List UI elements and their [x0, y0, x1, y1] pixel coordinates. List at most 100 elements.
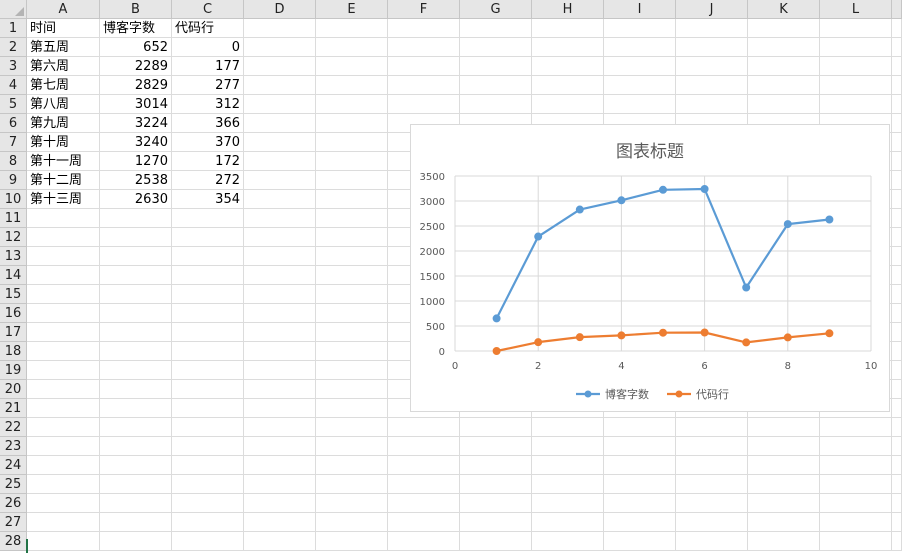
cell-a17[interactable]: [27, 323, 100, 342]
cell-b19[interactable]: [100, 361, 172, 380]
cell-d24[interactable]: [244, 456, 316, 475]
cell-b9[interactable]: 2538: [100, 171, 172, 190]
cell-h22[interactable]: [532, 418, 604, 437]
cell-e17[interactable]: [316, 323, 388, 342]
cell-m15[interactable]: [892, 285, 902, 304]
row-header-3[interactable]: 3: [0, 57, 27, 76]
cell-m25[interactable]: [892, 475, 902, 494]
cell-b26[interactable]: [100, 494, 172, 513]
cell-d28[interactable]: [244, 532, 316, 551]
cell-d5[interactable]: [244, 95, 316, 114]
cell-b28[interactable]: [100, 532, 172, 551]
cell-c17[interactable]: [172, 323, 244, 342]
cell-e25[interactable]: [316, 475, 388, 494]
cell-l25[interactable]: [820, 475, 892, 494]
cell-e26[interactable]: [316, 494, 388, 513]
cell-c27[interactable]: [172, 513, 244, 532]
cell-m19[interactable]: [892, 361, 902, 380]
cell-a8[interactable]: 第十一周: [27, 152, 100, 171]
cell-l23[interactable]: [820, 437, 892, 456]
cell-c13[interactable]: [172, 247, 244, 266]
row-header-5[interactable]: 5: [0, 95, 27, 114]
cell-b17[interactable]: [100, 323, 172, 342]
cell-g26[interactable]: [460, 494, 532, 513]
cell-d6[interactable]: [244, 114, 316, 133]
cell-d17[interactable]: [244, 323, 316, 342]
cell-b15[interactable]: [100, 285, 172, 304]
row-header-6[interactable]: 6: [0, 114, 27, 133]
cell-g5[interactable]: [460, 95, 532, 114]
cell-k27[interactable]: [748, 513, 820, 532]
cell-f27[interactable]: [388, 513, 460, 532]
cell-k28[interactable]: [748, 532, 820, 551]
cell-m5[interactable]: [892, 95, 902, 114]
row-header-22[interactable]: 22: [0, 418, 27, 437]
cell-a21[interactable]: [27, 399, 100, 418]
cell-a3[interactable]: 第六周: [27, 57, 100, 76]
cell-k24[interactable]: [748, 456, 820, 475]
cell-e7[interactable]: [316, 133, 388, 152]
cell-k23[interactable]: [748, 437, 820, 456]
cell-c9[interactable]: 272: [172, 171, 244, 190]
cell-e11[interactable]: [316, 209, 388, 228]
cell-a7[interactable]: 第十周: [27, 133, 100, 152]
cell-d1[interactable]: [244, 19, 316, 38]
column-header-k[interactable]: K: [748, 0, 820, 19]
cell-d2[interactable]: [244, 38, 316, 57]
cell-g2[interactable]: [460, 38, 532, 57]
cell-c24[interactable]: [172, 456, 244, 475]
row-header-17[interactable]: 17: [0, 323, 27, 342]
cell-b11[interactable]: [100, 209, 172, 228]
cell-e12[interactable]: [316, 228, 388, 247]
cell-c3[interactable]: 177: [172, 57, 244, 76]
cell-m4[interactable]: [892, 76, 902, 95]
cell-a10[interactable]: 第十三周: [27, 190, 100, 209]
cell-j4[interactable]: [676, 76, 748, 95]
cell-f4[interactable]: [388, 76, 460, 95]
cell-e14[interactable]: [316, 266, 388, 285]
cell-m9[interactable]: [892, 171, 902, 190]
cell-a2[interactable]: 第五周: [27, 38, 100, 57]
cell-c28[interactable]: [172, 532, 244, 551]
cell-c8[interactable]: 172: [172, 152, 244, 171]
column-header-e[interactable]: E: [316, 0, 388, 19]
cell-a18[interactable]: [27, 342, 100, 361]
cell-a14[interactable]: [27, 266, 100, 285]
cell-a12[interactable]: [27, 228, 100, 247]
cell-b8[interactable]: 1270: [100, 152, 172, 171]
cell-a13[interactable]: [27, 247, 100, 266]
column-header-g[interactable]: G: [460, 0, 532, 19]
cell-m18[interactable]: [892, 342, 902, 361]
cell-f26[interactable]: [388, 494, 460, 513]
cell-g24[interactable]: [460, 456, 532, 475]
cell-j24[interactable]: [676, 456, 748, 475]
cell-b12[interactable]: [100, 228, 172, 247]
cell-d27[interactable]: [244, 513, 316, 532]
cell-c21[interactable]: [172, 399, 244, 418]
cell-a15[interactable]: [27, 285, 100, 304]
cell-a20[interactable]: [27, 380, 100, 399]
cell-g1[interactable]: [460, 19, 532, 38]
cell-b18[interactable]: [100, 342, 172, 361]
cell-g25[interactable]: [460, 475, 532, 494]
cell-m20[interactable]: [892, 380, 902, 399]
cell-a19[interactable]: [27, 361, 100, 380]
cell-k4[interactable]: [748, 76, 820, 95]
cell-e6[interactable]: [316, 114, 388, 133]
cell-c14[interactable]: [172, 266, 244, 285]
cell-e8[interactable]: [316, 152, 388, 171]
cell-j23[interactable]: [676, 437, 748, 456]
column-header-c[interactable]: C: [172, 0, 244, 19]
cell-i2[interactable]: [604, 38, 676, 57]
cell-d12[interactable]: [244, 228, 316, 247]
cell-a16[interactable]: [27, 304, 100, 323]
cell-b10[interactable]: 2630: [100, 190, 172, 209]
cell-e15[interactable]: [316, 285, 388, 304]
cell-k5[interactable]: [748, 95, 820, 114]
cell-f23[interactable]: [388, 437, 460, 456]
cell-f2[interactable]: [388, 38, 460, 57]
row-header-26[interactable]: 26: [0, 494, 27, 513]
cell-d18[interactable]: [244, 342, 316, 361]
chart-object[interactable]: 图表标题 0 500 1000 1500 2000 2500 3000 3500 0 2 4 6 8 10…: [410, 124, 890, 412]
cell-l27[interactable]: [820, 513, 892, 532]
